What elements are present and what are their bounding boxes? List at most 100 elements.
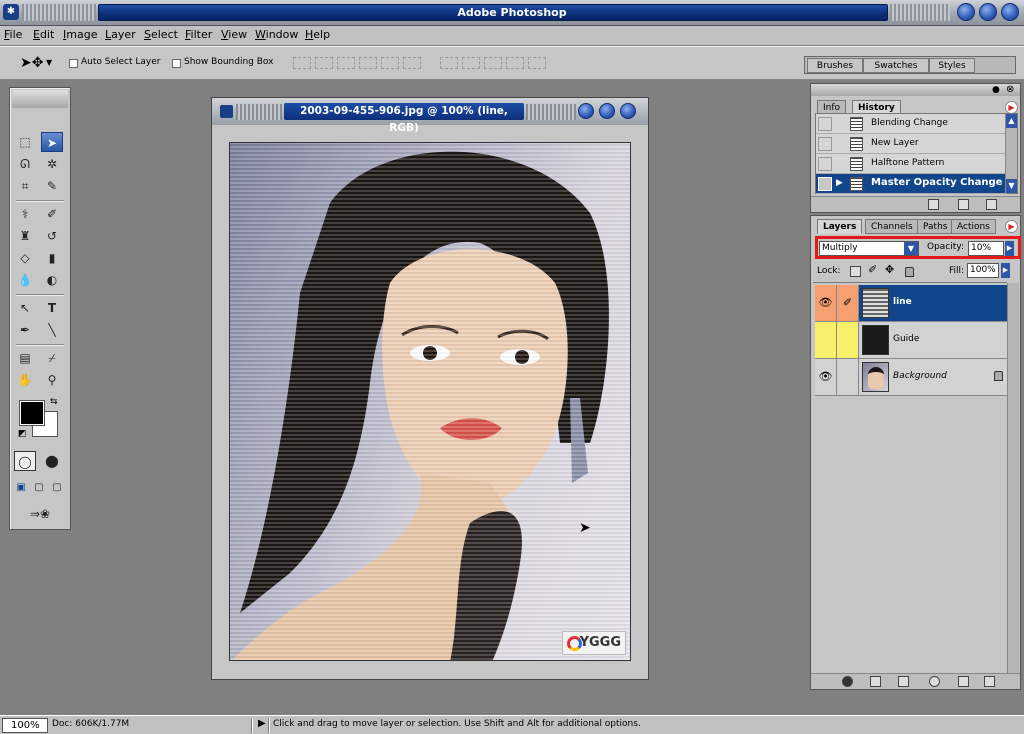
slice-tool-icon[interactable]: ✎	[41, 176, 63, 196]
opacity-slider-arrow-icon[interactable]: ▶	[1005, 241, 1014, 256]
tab-channels[interactable]: Channels	[865, 219, 919, 234]
align-buttons[interactable]	[293, 57, 425, 69]
history-item-master-opacity-change[interactable]: ▶ Master Opacity Change	[816, 174, 1006, 194]
hand-tool-icon[interactable]: ✋	[14, 370, 36, 390]
layer-mask-icon[interactable]	[870, 676, 881, 687]
eraser-tool-icon[interactable]: ◇	[14, 248, 36, 268]
tab-paths[interactable]: Paths	[917, 219, 954, 234]
brush-icon[interactable]: ✐	[837, 285, 859, 321]
menu-help[interactable]: Help	[305, 28, 330, 41]
menu-file[interactable]: File	[4, 28, 22, 41]
menu-window[interactable]: Window	[255, 28, 298, 41]
delete-layer-icon[interactable]	[984, 676, 995, 687]
opacity-input[interactable]: 10%	[968, 241, 1004, 256]
history-state-box[interactable]	[818, 177, 832, 191]
clone-stamp-icon[interactable]: ♜	[14, 226, 36, 246]
close-button[interactable]	[1001, 3, 1019, 21]
document-title-bar[interactable]: 2003-09-455-906.jpg @ 100% (line, RGB)	[212, 98, 648, 134]
layers-scrollbar[interactable]	[1007, 283, 1019, 673]
foreground-color-swatch[interactable]	[19, 400, 45, 426]
doc-maximize-button[interactable]	[599, 103, 615, 119]
layer-row-line[interactable]: 👁 ✐ line	[815, 285, 1007, 322]
blur-tool-icon[interactable]: 💧	[14, 270, 36, 290]
fill-input[interactable]: 100%	[967, 263, 999, 278]
doc-minimize-button[interactable]	[578, 103, 594, 119]
screen-mode-full-icon[interactable]: ▢	[50, 478, 64, 498]
chevron-down-icon[interactable]: ▼	[46, 58, 52, 67]
show-bounding-box-checkbox[interactable]	[172, 59, 181, 68]
standard-mode-icon[interactable]: ◯	[14, 451, 36, 471]
document-icon[interactable]	[220, 105, 233, 118]
crop-tool-icon[interactable]: ⌗	[14, 176, 36, 196]
eye-icon[interactable]: 👁	[815, 359, 837, 395]
quick-mask-icon[interactable]: ⬤	[41, 451, 63, 471]
type-tool-icon[interactable]: T	[41, 298, 63, 318]
history-brush-icon[interactable]: ↺	[41, 226, 63, 246]
new-document-from-state-icon[interactable]	[928, 199, 939, 210]
lasso-tool-icon[interactable]: ᘏ	[14, 154, 36, 174]
tab-actions[interactable]: Actions	[951, 219, 996, 234]
trash-icon[interactable]	[986, 199, 997, 210]
menu-layer[interactable]: Layer	[105, 28, 136, 41]
gradient-tool-icon[interactable]: ▮	[41, 248, 63, 268]
default-colors-icon[interactable]: ◩	[18, 429, 27, 439]
magic-wand-icon[interactable]: ✲	[41, 154, 63, 174]
layer-row-guide[interactable]: Guide	[815, 322, 1007, 359]
lock-all-icon[interactable]	[905, 267, 914, 277]
zoom-tool-icon[interactable]: ⚲	[41, 370, 63, 390]
history-scrollbar[interactable]: ▲ ▼	[1005, 114, 1017, 193]
move-tool-icon[interactable]: ➤✥	[20, 55, 43, 71]
maximize-button[interactable]	[979, 3, 997, 21]
menu-edit[interactable]: Edit	[33, 28, 54, 41]
scroll-up-button[interactable]: ▲	[1006, 114, 1017, 128]
history-state-box[interactable]	[818, 157, 832, 171]
lock-position-icon[interactable]: ✥	[885, 263, 894, 276]
menu-select[interactable]: Select	[144, 28, 178, 41]
history-state-box[interactable]	[818, 117, 832, 131]
link-toggle[interactable]	[837, 359, 859, 395]
screen-mode-standard-icon[interactable]: ▣	[14, 478, 28, 498]
menu-image[interactable]: Image	[63, 28, 97, 41]
well-tab-brushes[interactable]: Brushes	[807, 58, 863, 73]
screen-mode-full-menu-icon[interactable]: ▢	[32, 478, 46, 498]
new-set-icon[interactable]	[898, 676, 909, 687]
palette-minimize-icon[interactable]: ●	[992, 85, 1000, 95]
brush-tool-icon[interactable]: ✐	[41, 204, 63, 224]
doc-size[interactable]: Doc: 606K/1.77M	[52, 719, 129, 729]
new-layer-icon[interactable]	[958, 676, 969, 687]
blend-mode-select[interactable]: Multiply ▼	[819, 241, 919, 256]
eyedropper-icon[interactable]: ⌿	[41, 348, 63, 368]
palette-title-bar[interactable]	[811, 84, 1020, 96]
scroll-down-button[interactable]: ▼	[1006, 179, 1017, 193]
healing-brush-icon[interactable]: ⚕	[14, 204, 36, 224]
history-state-box[interactable]	[818, 137, 832, 151]
layers-menu-icon[interactable]: ▶	[1005, 220, 1018, 233]
jump-to-imageready-icon[interactable]: ⇒❀	[18, 504, 62, 524]
dodge-tool-icon[interactable]: ◐	[41, 270, 63, 290]
chevron-down-icon[interactable]: ▼	[904, 242, 918, 255]
image-canvas[interactable]: YGGG	[229, 142, 631, 661]
link-toggle[interactable]	[837, 322, 859, 358]
auto-select-layer-checkbox[interactable]	[69, 59, 78, 68]
zoom-field[interactable]: 100%	[2, 718, 48, 733]
adjustment-layer-icon[interactable]	[929, 676, 940, 687]
path-selection-icon[interactable]: ↖	[14, 298, 36, 318]
tab-layers[interactable]: Layers	[817, 219, 863, 234]
lock-transparency-icon[interactable]	[850, 266, 861, 277]
visibility-toggle[interactable]	[815, 322, 837, 358]
pen-tool-icon[interactable]: ✒	[14, 320, 36, 340]
layer-row-background[interactable]: 👁 Background	[815, 359, 1007, 396]
history-item-new-layer[interactable]: New Layer	[816, 134, 1006, 154]
menu-view[interactable]: View	[221, 28, 247, 41]
palette-close-icon[interactable]: ⊗	[1006, 84, 1014, 95]
layer-style-icon[interactable]	[842, 676, 853, 687]
marquee-tool-icon[interactable]: ⬚	[14, 132, 36, 152]
history-item-halftone-pattern[interactable]: Halftone Pattern	[816, 154, 1006, 174]
toolbox-header[interactable]	[12, 90, 68, 108]
well-tab-styles[interactable]: Styles	[929, 58, 975, 73]
menu-filter[interactable]: Filter	[185, 28, 212, 41]
notes-tool-icon[interactable]: ▤	[14, 348, 36, 368]
well-tab-swatches[interactable]: Swatches	[863, 58, 929, 73]
eye-icon[interactable]: 👁	[815, 285, 837, 321]
doc-close-button[interactable]	[620, 103, 636, 119]
